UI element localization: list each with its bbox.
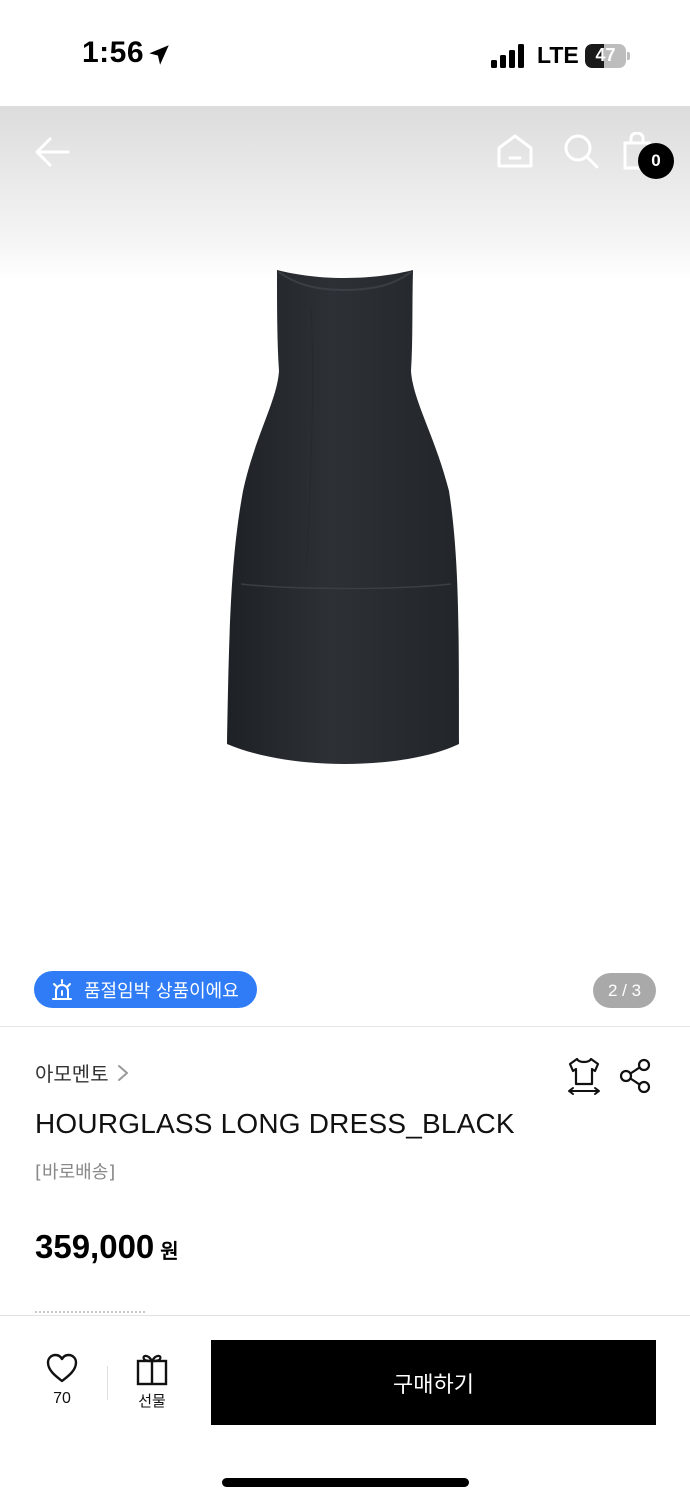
- low-stock-badge: 품절임박 상품이에요: [34, 971, 257, 1008]
- shipping-tag: [바로배송]: [35, 1162, 116, 1183]
- bottom-action-bar: 70 선물 구매하기: [0, 1315, 690, 1500]
- battery-indicator: 47: [585, 44, 630, 68]
- chevron-right-icon: [117, 1064, 128, 1081]
- cart-count-badge: 0: [638, 143, 674, 179]
- low-stock-text: 품절임박 상품이에요: [84, 980, 239, 1002]
- size-guide-icon[interactable]: [565, 1056, 603, 1096]
- location-arrow-icon: [149, 45, 169, 65]
- product-image-gallery[interactable]: 0 품절임박 상품이에요 2 / 3: [0, 106, 690, 1026]
- divider: [0, 1026, 690, 1027]
- price: 359,000 원: [35, 1228, 179, 1266]
- like-count: 70: [53, 1390, 71, 1407]
- back-button[interactable]: [30, 130, 74, 174]
- heart-icon: [46, 1353, 78, 1383]
- gift-button[interactable]: 선물: [120, 1352, 184, 1422]
- home-icon: [497, 134, 533, 168]
- home-button[interactable]: [494, 130, 536, 172]
- price-currency: 원: [160, 1239, 179, 1263]
- buy-button[interactable]: 구매하기: [211, 1340, 656, 1425]
- siren-icon: [52, 978, 72, 1000]
- brand-link[interactable]: 아모멘토: [35, 1058, 131, 1087]
- product-name: HOURGLASS LONG DRESS_BLACK: [35, 1108, 515, 1139]
- image-page-indicator: 2 / 3: [593, 973, 656, 1008]
- brand-name: 아모멘토: [35, 1062, 109, 1086]
- home-indicator: [222, 1478, 469, 1487]
- signal-icon: [491, 44, 524, 68]
- search-button[interactable]: [560, 130, 602, 172]
- gift-icon: [136, 1354, 168, 1386]
- status-time: 1:56: [82, 36, 145, 69]
- divider: [107, 1366, 108, 1400]
- price-value: 359,000: [35, 1228, 155, 1265]
- battery-level: 47: [595, 45, 616, 65]
- arrow-left-icon: [35, 137, 70, 167]
- search-icon: [564, 134, 599, 169]
- status-bar: 1:56 LTE 47: [0, 0, 690, 106]
- share-icon[interactable]: [618, 1058, 652, 1094]
- like-button[interactable]: 70: [30, 1352, 94, 1422]
- gift-label: 선물: [138, 1392, 166, 1410]
- product-image: [227, 270, 459, 764]
- network-label: LTE: [537, 42, 579, 68]
